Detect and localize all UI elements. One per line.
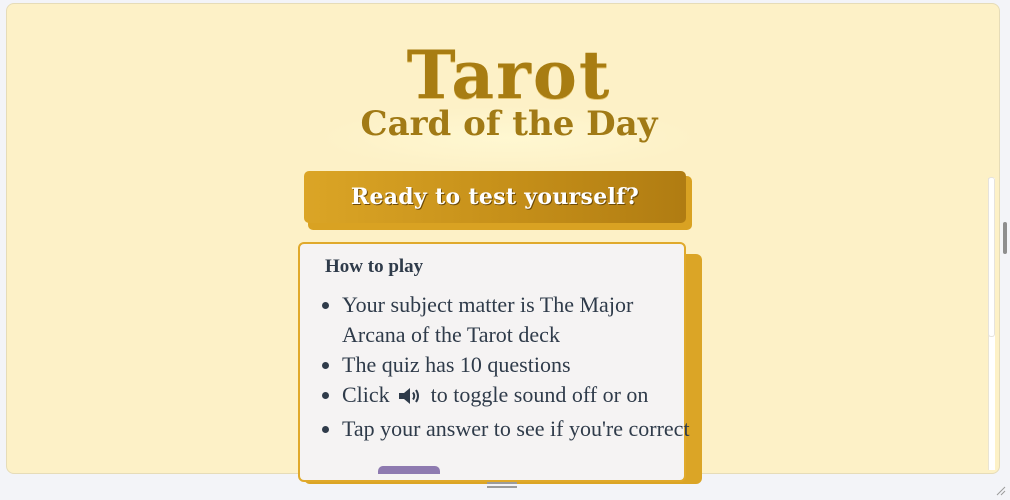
corner-resize-icon[interactable] (996, 481, 1006, 496)
page-subtitle: Card of the Day (360, 104, 658, 144)
list-item: The quiz has 10 questions (342, 350, 692, 380)
title-block: Tarot Card of the Day (309, 32, 709, 172)
side-resize-handle[interactable] (1003, 222, 1007, 254)
hidden-button-peek[interactable] (378, 466, 440, 474)
bottom-resize-handle[interactable] (487, 482, 517, 488)
scrollbar-thumb[interactable] (989, 178, 994, 336)
list-item: Your subject matter is The Major Arcana … (342, 290, 692, 350)
instruction-text: to toggle sound off or on (430, 382, 649, 407)
instructions-list: Your subject matter is The Major Arcana … (322, 290, 692, 444)
speaker-icon (397, 384, 423, 414)
list-item: Tap your answer to see if you're correct (342, 414, 692, 444)
instructions-title: How to play (325, 256, 424, 277)
page-title: Tarot (406, 36, 612, 114)
instructions-card: How to play Your subject matter is The M… (298, 242, 690, 482)
list-item: Click to toggle sound off or on (342, 380, 692, 414)
instruction-text: Click (342, 382, 390, 407)
start-quiz-button[interactable]: Ready to test yourself? (304, 171, 686, 223)
